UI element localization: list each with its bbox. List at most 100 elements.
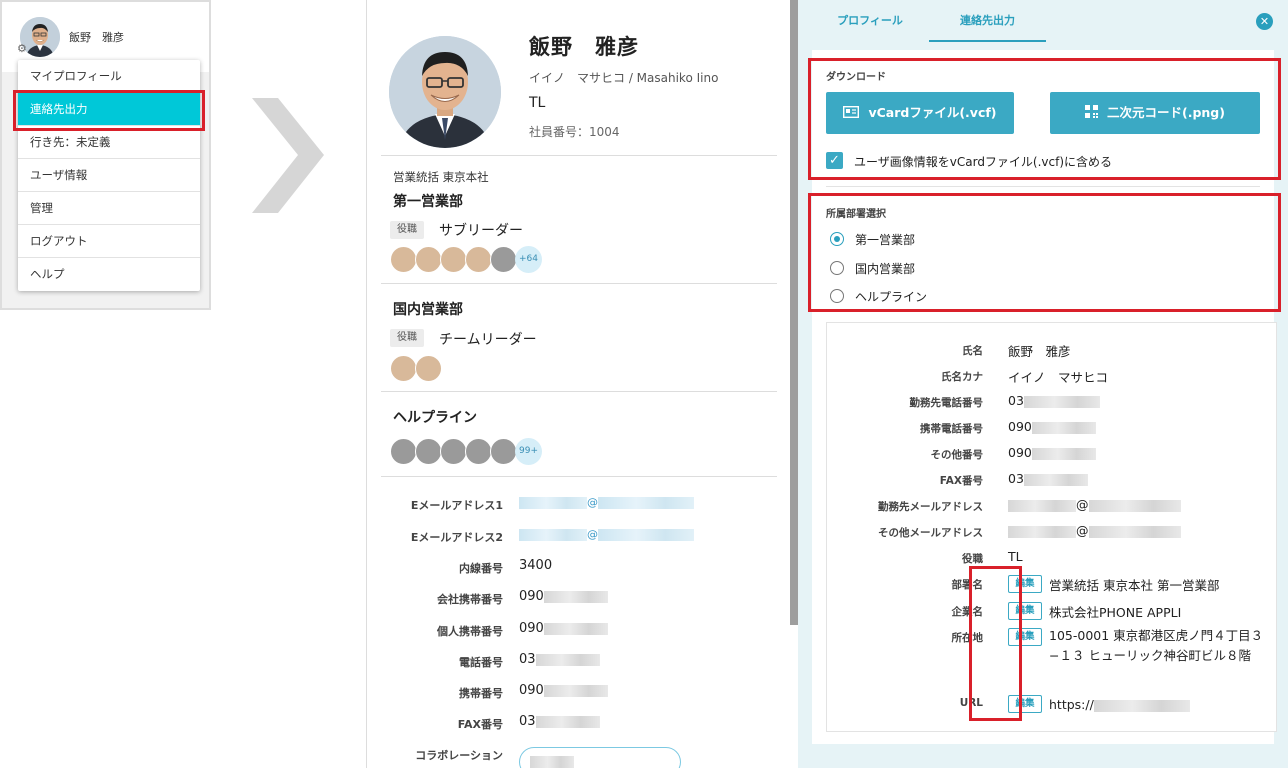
- detail-value: @: [1008, 523, 1181, 538]
- profile-kana: イイノ マサヒコ / Masahiko Iino: [529, 71, 719, 85]
- detail-value: 営業統括 東京本社 第一営業部: [1049, 578, 1220, 593]
- contact-label: コラボレーション: [415, 749, 503, 762]
- detail-value: TL: [1008, 549, 1023, 564]
- contact-label: 電話番号: [459, 656, 503, 669]
- contact-row-company-mobile: 会社携帯番号 090: [367, 589, 767, 609]
- detail-label: 氏名: [962, 345, 983, 357]
- contact-value[interactable]: 090: [519, 621, 608, 636]
- tab-contact-export[interactable]: 連絡先出力: [929, 0, 1046, 42]
- member-count-badge[interactable]: +64: [515, 246, 542, 273]
- member-avatar[interactable]: [415, 355, 442, 382]
- at-sign: @: [587, 496, 598, 509]
- detail-label: その他番号: [930, 449, 984, 461]
- chevron-right-icon: [252, 98, 324, 213]
- dept-path: 営業統括 東京本社: [393, 170, 489, 184]
- divider: [826, 186, 1260, 187]
- contact-value-prefix: 090: [519, 683, 544, 698]
- role-name-2: チームリーダー: [439, 332, 537, 348]
- contact-value[interactable]: 03: [519, 714, 600, 729]
- contact-row-phone: 電話番号 03: [367, 652, 767, 672]
- detail-value: 03: [1008, 393, 1100, 408]
- menu-item-admin[interactable]: 管理: [18, 192, 200, 225]
- user-menu-panel: ⚙ 飯野 雅彦 マイプロフィール 連絡先出力 行き先：未定義 ユーザ情報 管理 …: [0, 0, 211, 310]
- contact-value: 3400: [519, 558, 553, 573]
- detail-label: 役職: [962, 553, 983, 565]
- contact-label: 内線番号: [459, 562, 503, 575]
- divider: [381, 476, 777, 477]
- detail-label: 勤務先電話番号: [909, 397, 984, 409]
- contact-label: 個人携帯番号: [437, 625, 503, 638]
- contact-value-prefix: 090: [519, 589, 544, 604]
- member-avatar[interactable]: [465, 246, 492, 273]
- menu-item-help[interactable]: ヘルプ: [18, 258, 200, 291]
- member-avatar[interactable]: [490, 246, 517, 273]
- contact-label: 会社携帯番号: [437, 593, 503, 606]
- divider: [381, 155, 777, 156]
- close-icon[interactable]: ✕: [1256, 13, 1273, 30]
- tab-profile[interactable]: プロフィール: [820, 0, 920, 42]
- highlight-box-edit-buttons: [969, 566, 1022, 721]
- contact-value-prefix: 090: [519, 621, 544, 636]
- profile-photo: [389, 36, 501, 148]
- dept-name-2[interactable]: 国内営業部: [393, 299, 463, 319]
- detail-value-prefix: 03: [1008, 471, 1024, 486]
- profile-title: TL: [529, 95, 546, 111]
- detail-value: 03: [1008, 471, 1088, 486]
- highlight-box-dept-select: [808, 193, 1281, 312]
- scrollbar[interactable]: [790, 0, 798, 625]
- active-tab-indicator: [929, 40, 1046, 42]
- profile-panel: 飯野 雅彦 イイノ マサヒコ / Masahiko Iino TL 社員番号：1…: [366, 0, 798, 768]
- member-avatar[interactable]: [415, 438, 442, 465]
- member-avatar[interactable]: [440, 438, 467, 465]
- menu-item-my-profile[interactable]: マイプロフィール: [18, 60, 200, 93]
- detail-label: 携帯電話番号: [920, 423, 983, 435]
- member-avatar[interactable]: [390, 355, 417, 382]
- member-avatar[interactable]: [465, 438, 492, 465]
- contact-value[interactable]: 090: [519, 589, 608, 604]
- detail-value: 飯野 雅彦: [1008, 344, 1071, 359]
- dept-name-1[interactable]: 第一営業部: [393, 191, 463, 211]
- contact-value[interactable]: @: [519, 495, 694, 510]
- at-sign: @: [1076, 523, 1089, 538]
- contact-label: FAX番号: [457, 718, 503, 731]
- gear-icon[interactable]: ⚙: [17, 42, 27, 55]
- dept-name-3[interactable]: ヘルプライン: [393, 407, 477, 427]
- member-avatar[interactable]: [390, 246, 417, 273]
- collaboration-button[interactable]: [519, 747, 681, 768]
- member-avatar[interactable]: [440, 246, 467, 273]
- menu-item-user-info[interactable]: ユーザ情報: [18, 159, 200, 192]
- detail-value: 090: [1008, 445, 1096, 460]
- detail-value: 105-0001 東京都港区虎ノ門４丁目３−１３ ヒューリック神谷町ビル８階: [1049, 628, 1264, 663]
- member-avatar[interactable]: [390, 438, 417, 465]
- detail-value-prefix: 090: [1008, 445, 1032, 460]
- member-avatar[interactable]: [415, 246, 442, 273]
- role-badge-1: 役職: [390, 221, 424, 239]
- contact-label: Eメールアドレス1: [410, 499, 503, 512]
- member-count-badge[interactable]: 99+: [515, 438, 542, 465]
- contact-row-fax: FAX番号 03: [367, 714, 767, 734]
- contact-label: 携帯番号: [459, 687, 503, 700]
- contact-row-personal-mobile: 個人携帯番号 090: [367, 621, 767, 641]
- detail-value: 090: [1008, 419, 1096, 434]
- contact-row-email1: Eメールアドレス1 @: [367, 495, 767, 515]
- contact-label: Eメールアドレス2: [410, 531, 503, 544]
- detail-value: イイノ マサヒコ: [1008, 370, 1109, 385]
- contact-export-panel: プロフィール 連絡先出力 ✕ ダウンロード vCardファイル(.vcf) 二次…: [798, 0, 1288, 768]
- contact-value[interactable]: 090: [519, 683, 608, 698]
- contact-row-mobile: 携帯番号 090: [367, 683, 767, 703]
- contact-value[interactable]: @: [519, 527, 694, 542]
- member-avatar[interactable]: [490, 438, 517, 465]
- at-sign: @: [587, 528, 598, 541]
- detail-value: https://: [1049, 697, 1190, 712]
- detail-label: 氏名カナ: [941, 371, 983, 383]
- detail-value-prefix: 03: [1008, 393, 1024, 408]
- contact-detail-box: 氏名 飯野 雅彦 氏名カナ イイノ マサヒコ 勤務先電話番号 03 携帯電話番号…: [826, 322, 1277, 732]
- detail-value: 株式会社PHONE APPLI: [1049, 605, 1182, 620]
- profile-name: 飯野 雅彦: [529, 35, 639, 59]
- detail-value: @: [1008, 497, 1181, 512]
- highlight-box-download: [808, 58, 1281, 180]
- profile-employee-number: 社員番号：1004: [529, 125, 620, 139]
- menu-item-logout[interactable]: ログアウト: [18, 225, 200, 258]
- highlight-box-menu: [13, 90, 205, 131]
- contact-value[interactable]: 03: [519, 652, 600, 667]
